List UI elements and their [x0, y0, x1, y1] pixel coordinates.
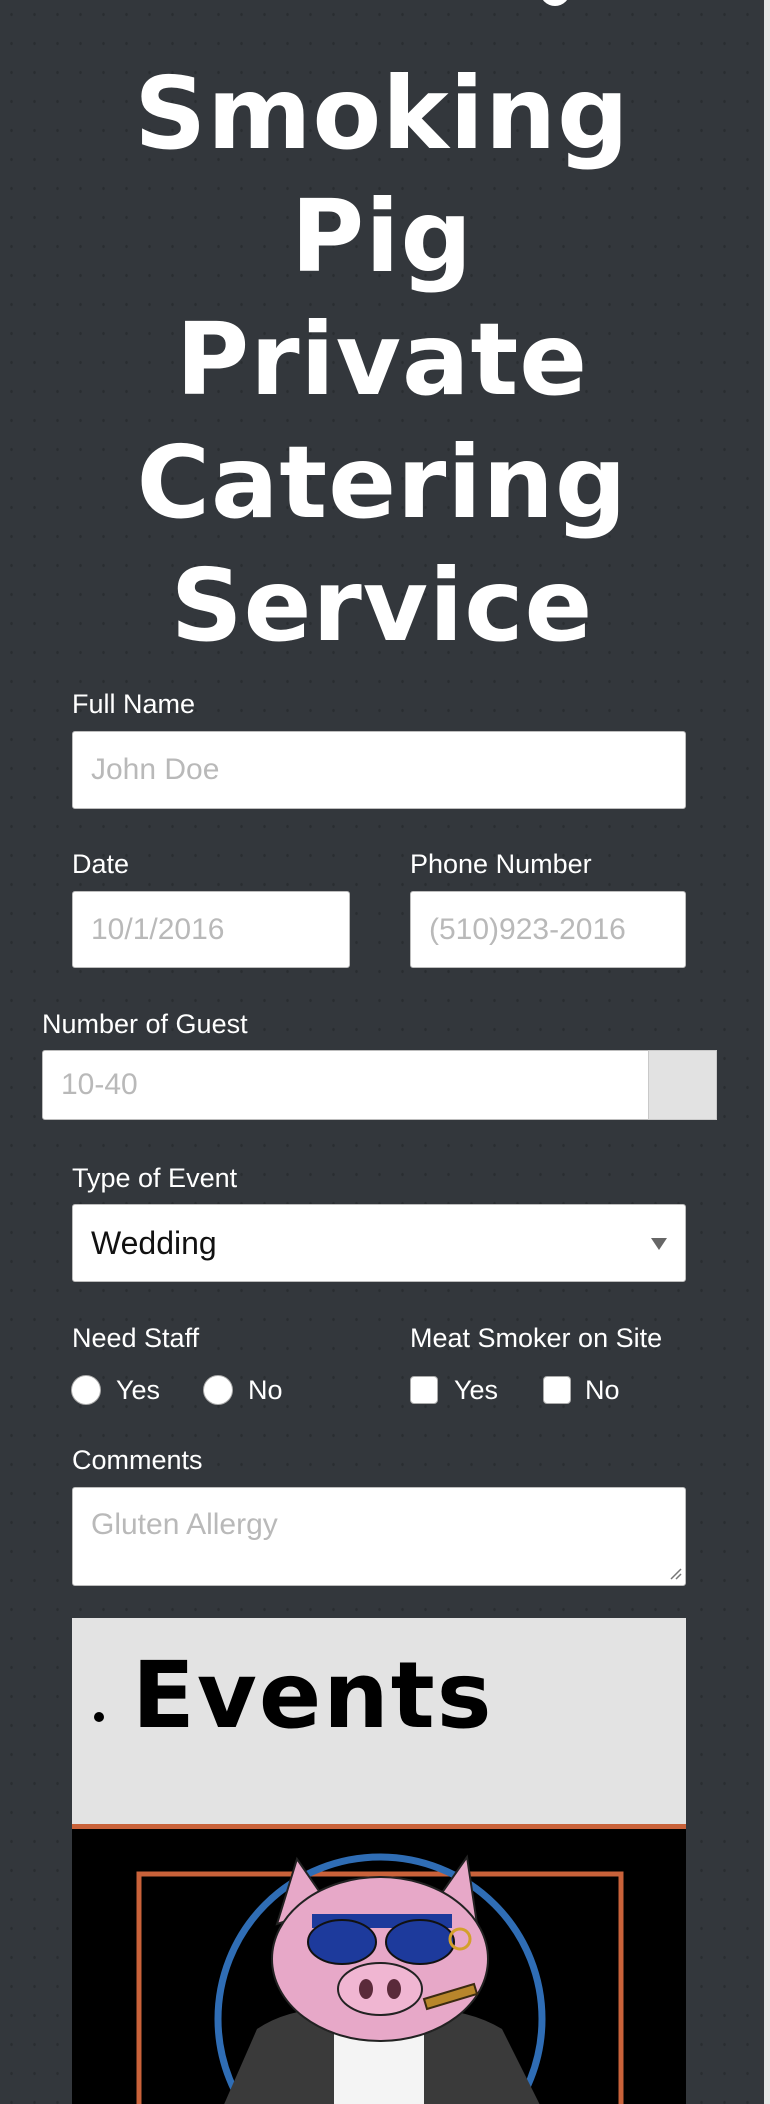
- title-line: Private: [175, 301, 589, 418]
- phone-label: Phone Number: [410, 849, 592, 879]
- dropdown-arrow-icon: [651, 1238, 667, 1250]
- date-label: Date: [72, 849, 130, 879]
- event-type-label: Type of Event: [72, 1163, 238, 1193]
- meat-smoker-yes-checkbox[interactable]: [410, 1376, 438, 1404]
- meat-smoker-no-checkbox[interactable]: [543, 1376, 571, 1404]
- phone-input[interactable]: [410, 891, 686, 968]
- full-name-input[interactable]: [72, 731, 686, 809]
- guests-label: Number of Guest: [42, 1009, 248, 1039]
- guests-input-addon[interactable]: [648, 1050, 717, 1120]
- list-bullet: [94, 1712, 104, 1722]
- meat-smoker-yes-label[interactable]: Yes: [454, 1374, 498, 1406]
- decorative-swash-icon: [540, 0, 570, 6]
- smoking-pig-logo: [72, 1824, 686, 2104]
- title-line: Service: [170, 547, 594, 664]
- meat-smoker-label: Meat Smoker on Site: [410, 1323, 663, 1353]
- guests-input[interactable]: [42, 1050, 649, 1120]
- need-staff-label: Need Staff: [72, 1323, 200, 1353]
- full-name-label: Full Name: [72, 689, 196, 719]
- need-staff-no-label[interactable]: No: [248, 1374, 283, 1406]
- event-type-select[interactable]: Wedding: [72, 1204, 686, 1282]
- need-staff-yes-radio[interactable]: [71, 1375, 101, 1405]
- title-line: Pig: [290, 178, 474, 295]
- title-line: Catering: [136, 424, 628, 541]
- events-heading: Events: [132, 1642, 494, 1749]
- comments-textarea[interactable]: [72, 1487, 686, 1586]
- comments-label: Comments: [72, 1445, 203, 1475]
- pig-mascot-icon: [136, 1853, 624, 2104]
- date-input[interactable]: [72, 891, 350, 968]
- need-staff-yes-label[interactable]: Yes: [116, 1374, 160, 1406]
- page-title: Smoking Pig Private Catering Service: [72, 52, 692, 667]
- resize-grip-icon[interactable]: [668, 1566, 682, 1580]
- need-staff-no-radio[interactable]: [203, 1375, 233, 1405]
- meat-smoker-no-label[interactable]: No: [585, 1374, 620, 1406]
- title-line: Smoking: [134, 55, 630, 172]
- page-edge: [764, 0, 770, 2104]
- event-type-selected-value: Wedding: [91, 1225, 217, 1261]
